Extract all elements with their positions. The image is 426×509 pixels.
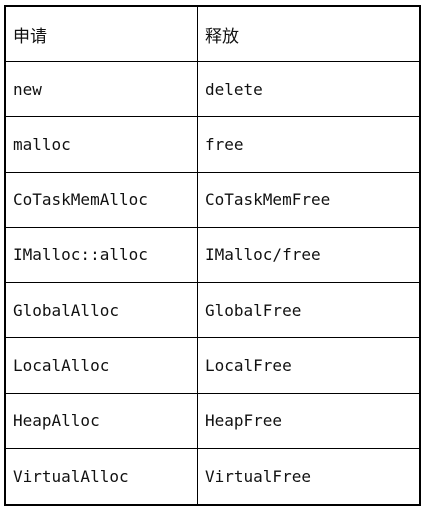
memory-functions-table: 申请 释放 new delete malloc free CoTaskMemAl… xyxy=(4,5,421,506)
release-cell: IMalloc/free xyxy=(198,228,419,284)
release-cell: GlobalFree xyxy=(198,283,419,339)
header-allocate: 申请 xyxy=(6,7,198,63)
allocate-cell: LocalAlloc xyxy=(6,338,198,394)
header-release: 释放 xyxy=(198,7,419,63)
release-cell: VirtualFree xyxy=(205,466,311,486)
allocate-cell: HeapAlloc xyxy=(6,393,198,449)
release-cell: LocalFree xyxy=(198,338,419,394)
allocate-cell: GlobalAlloc xyxy=(6,283,198,339)
release-cell: CoTaskMemFree xyxy=(198,173,419,228)
allocate-cell: malloc xyxy=(6,117,198,173)
release-cell: free xyxy=(198,117,419,173)
allocate-cell: CoTaskMemAlloc xyxy=(6,172,198,228)
allocate-cell: new xyxy=(6,62,198,118)
release-cell: HeapFree xyxy=(198,394,419,449)
allocate-cell: IMalloc::alloc xyxy=(6,227,198,284)
allocate-cell: VirtualAlloc xyxy=(6,448,198,504)
release-cell: delete xyxy=(198,62,419,118)
